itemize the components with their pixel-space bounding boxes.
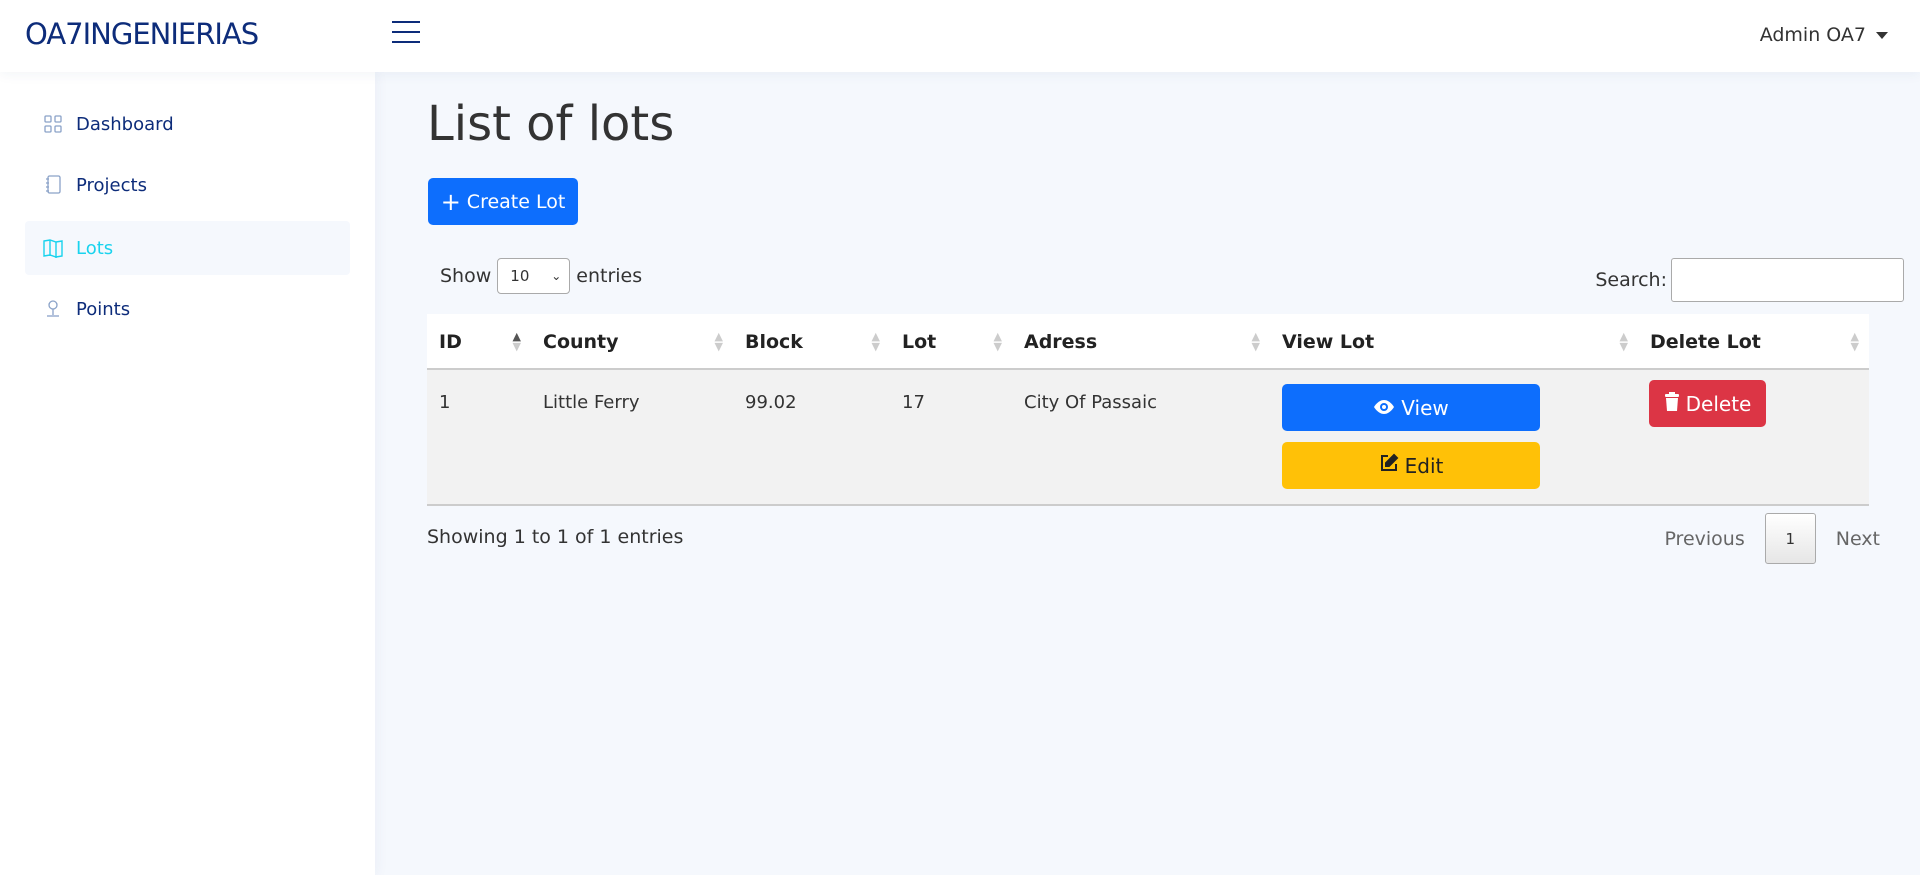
top-navbar: OA7INGENIERIAS Admin OA7 <box>0 0 1920 72</box>
column-header-lot[interactable]: Lot ▲ ▼ <box>890 314 1012 370</box>
table-row: 1 Little Ferry 99.02 17 City Of Passaic … <box>427 370 1869 506</box>
column-label: Delete Lot <box>1650 331 1761 353</box>
cell-address: City Of Passaic <box>1024 392 1157 413</box>
brand-logo[interactable]: OA7INGENIERIAS <box>25 17 259 51</box>
page-size-select[interactable]: 10 ⌄ <box>497 258 571 294</box>
user-name: Admin OA7 <box>1759 24 1866 46</box>
column-header-block[interactable]: Block ▲ ▼ <box>733 314 890 370</box>
column-label: View Lot <box>1282 331 1375 353</box>
delete-lot-button[interactable]: Delete <box>1649 380 1766 427</box>
show-label: Show <box>440 265 492 287</box>
sort-icon: ▲ ▼ <box>1619 330 1628 353</box>
plus-icon: + <box>440 187 461 216</box>
page-size-value: 10 <box>510 267 530 285</box>
sort-icon: ▲ ▼ <box>714 330 723 353</box>
grid-icon <box>43 114 63 134</box>
chevron-down-icon: ⌄ <box>551 269 562 283</box>
edit-label: Edit <box>1404 453 1444 478</box>
sort-asc-icon: ▲ ▼ <box>512 330 521 353</box>
cell-id: 1 <box>439 392 451 413</box>
cell-lot: 17 <box>902 392 925 413</box>
search-control: Search: <box>1595 258 1904 302</box>
previous-page-button[interactable]: Previous <box>1644 528 1764 550</box>
table-header: ID ▲ ▼ County ▲ ▼ Block ▲ ▼ Lot ▲ ▼ Adress ▲… <box>427 314 1869 370</box>
trash-icon <box>1664 391 1680 416</box>
sidebar-item-points[interactable]: Points <box>25 282 350 336</box>
delete-label: Delete <box>1685 391 1752 416</box>
edit-icon <box>1379 453 1399 478</box>
column-header-address[interactable]: Adress ▲ ▼ <box>1012 314 1270 370</box>
column-label: County <box>543 331 619 353</box>
view-lot-button[interactable]: View <box>1282 384 1540 431</box>
user-menu[interactable]: Admin OA7 <box>1760 24 1888 46</box>
table-info: Showing 1 to 1 of 1 entries <box>427 526 684 548</box>
sort-icon: ▲ ▼ <box>1850 330 1859 353</box>
next-page-button[interactable]: Next <box>1816 528 1900 550</box>
sidebar-item-label: Lots <box>76 237 114 259</box>
view-label: View <box>1401 395 1449 420</box>
lots-table: ID ▲ ▼ County ▲ ▼ Block ▲ ▼ Lot ▲ ▼ Adress ▲… <box>427 314 1869 506</box>
column-label: Lot <box>902 331 937 353</box>
page-title: List of lots <box>427 96 675 152</box>
cell-county: Little Ferry <box>543 392 640 413</box>
cell-block: 99.02 <box>745 392 797 413</box>
create-lot-label: Create Lot <box>466 190 566 213</box>
caret-down-icon <box>1876 31 1888 39</box>
search-label: Search: <box>1595 269 1667 291</box>
column-header-county[interactable]: County ▲ ▼ <box>531 314 733 370</box>
sidebar-item-lots[interactable]: Lots <box>25 221 350 275</box>
map-icon <box>43 238 63 258</box>
entries-label: entries <box>576 265 643 287</box>
column-header-delete-lot[interactable]: Delete Lot ▲ ▼ <box>1638 314 1869 370</box>
column-header-id[interactable]: ID ▲ ▼ <box>427 314 531 370</box>
sidebar: Dashboard Projects Lots Points <box>0 72 375 875</box>
page-size-control: Show 10 ⌄ entries <box>440 258 642 294</box>
column-label: ID <box>439 331 462 353</box>
search-input[interactable] <box>1671 258 1904 302</box>
column-label: Block <box>745 331 803 353</box>
eye-icon <box>1373 396 1395 420</box>
edit-lot-button[interactable]: Edit <box>1282 442 1540 489</box>
page-number-button[interactable]: 1 <box>1764 513 1816 564</box>
main-content: List of lots + Create Lot Show 10 ⌄ entr… <box>375 72 1920 875</box>
sidebar-item-label: Projects <box>76 174 147 196</box>
menu-toggle-icon[interactable] <box>392 21 422 47</box>
sort-icon: ▲ ▼ <box>993 330 1002 353</box>
sidebar-item-projects[interactable]: Projects <box>25 158 350 212</box>
sidebar-item-label: Dashboard <box>76 113 174 135</box>
sort-icon: ▲ ▼ <box>871 330 880 353</box>
column-header-view-lot[interactable]: View Lot ▲ ▼ <box>1270 314 1638 370</box>
sidebar-item-dashboard[interactable]: Dashboard <box>25 97 350 151</box>
pagination: Previous 1 Next <box>1644 513 1900 564</box>
sort-icon: ▲ ▼ <box>1251 330 1260 353</box>
notebook-icon <box>43 175 63 195</box>
create-lot-button[interactable]: + Create Lot <box>428 178 578 225</box>
pin-icon <box>43 299 63 319</box>
column-label: Adress <box>1024 331 1098 353</box>
sidebar-item-label: Points <box>76 298 131 320</box>
